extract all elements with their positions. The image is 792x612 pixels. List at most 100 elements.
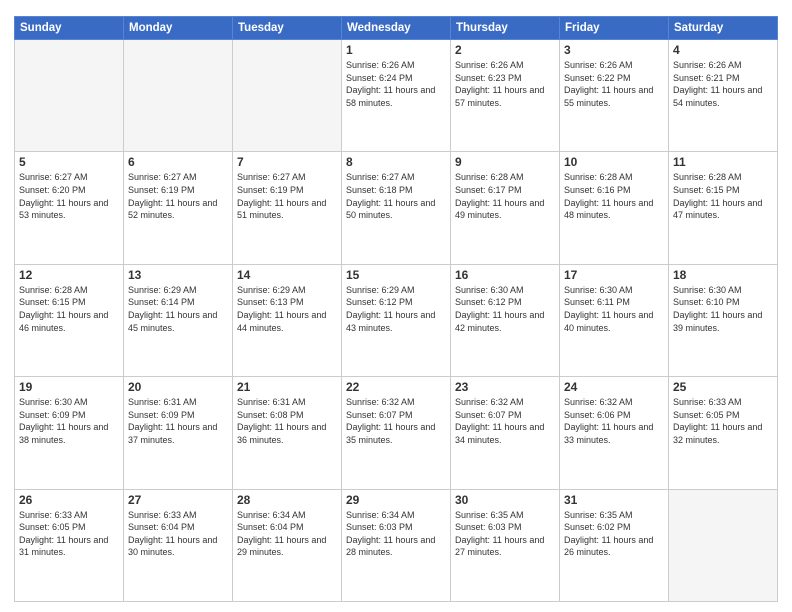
weekday-header: Tuesday — [233, 17, 342, 40]
calendar-cell: 20 Sunrise: 6:31 AM Sunset: 6:09 PM Dayli… — [124, 377, 233, 489]
cell-text: Sunrise: 6:27 AM Sunset: 6:20 PM Dayligh… — [19, 171, 119, 221]
calendar-cell: 1 Sunrise: 6:26 AM Sunset: 6:24 PM Daylig… — [342, 40, 451, 152]
calendar-cell — [669, 489, 778, 601]
cell-text: Sunrise: 6:28 AM Sunset: 6:15 PM Dayligh… — [19, 284, 119, 334]
day-number: 10 — [564, 155, 664, 169]
cell-text: Sunrise: 6:31 AM Sunset: 6:08 PM Dayligh… — [237, 396, 337, 446]
calendar-cell: 23 Sunrise: 6:32 AM Sunset: 6:07 PM Dayli… — [451, 377, 560, 489]
cell-text: Sunrise: 6:28 AM Sunset: 6:15 PM Dayligh… — [673, 171, 773, 221]
calendar-cell: 13 Sunrise: 6:29 AM Sunset: 6:14 PM Dayli… — [124, 264, 233, 376]
calendar-cell: 3 Sunrise: 6:26 AM Sunset: 6:22 PM Daylig… — [560, 40, 669, 152]
day-number: 24 — [564, 380, 664, 394]
weekday-header: Wednesday — [342, 17, 451, 40]
cell-text: Sunrise: 6:30 AM Sunset: 6:10 PM Dayligh… — [673, 284, 773, 334]
calendar-cell: 28 Sunrise: 6:34 AM Sunset: 6:04 PM Dayli… — [233, 489, 342, 601]
calendar-cell: 16 Sunrise: 6:30 AM Sunset: 6:12 PM Dayli… — [451, 264, 560, 376]
day-number: 19 — [19, 380, 119, 394]
calendar-cell: 2 Sunrise: 6:26 AM Sunset: 6:23 PM Daylig… — [451, 40, 560, 152]
calendar-cell: 22 Sunrise: 6:32 AM Sunset: 6:07 PM Dayli… — [342, 377, 451, 489]
calendar-cell: 15Sunrise: 6:29 AM Sunset: 6:12 PM Dayli… — [342, 264, 451, 376]
day-number: 23 — [455, 380, 555, 394]
day-number: 26 — [19, 493, 119, 507]
day-number: 17 — [564, 268, 664, 282]
day-number: 12 — [19, 268, 119, 282]
calendar-cell: 31 Sunrise: 6:35 AM Sunset: 6:02 PM Dayli… — [560, 489, 669, 601]
day-number: 29 — [346, 493, 446, 507]
cell-text: Sunrise: 6:26 AM Sunset: 6:23 PM Dayligh… — [455, 59, 555, 109]
cell-text: Sunrise: 6:27 AM Sunset: 6:19 PM Dayligh… — [128, 171, 228, 221]
cell-text: Sunrise: 6:26 AM Sunset: 6:24 PM Dayligh… — [346, 59, 446, 109]
cell-text: Sunrise: 6:26 AM Sunset: 6:22 PM Dayligh… — [564, 59, 664, 109]
cell-text: Sunrise: 6:33 AM Sunset: 6:05 PM Dayligh… — [673, 396, 773, 446]
calendar-cell: 5 Sunrise: 6:27 AM Sunset: 6:20 PM Daylig… — [15, 152, 124, 264]
day-number: 22 — [346, 380, 446, 394]
cell-text: Sunrise: 6:33 AM Sunset: 6:05 PM Dayligh… — [19, 509, 119, 559]
calendar-table: SundayMondayTuesdayWednesdayThursdayFrid… — [14, 16, 778, 602]
day-number: 2 — [455, 43, 555, 57]
weekday-header: Monday — [124, 17, 233, 40]
day-number: 16 — [455, 268, 555, 282]
calendar-cell: 11Sunrise: 6:28 AM Sunset: 6:15 PM Dayli… — [669, 152, 778, 264]
day-number: 8 — [346, 155, 446, 169]
day-number: 1 — [346, 43, 446, 57]
day-number: 7 — [237, 155, 337, 169]
cell-text: Sunrise: 6:35 AM Sunset: 6:03 PM Dayligh… — [455, 509, 555, 559]
calendar-cell: 21 Sunrise: 6:31 AM Sunset: 6:08 PM Dayli… — [233, 377, 342, 489]
cell-text: Sunrise: 6:28 AM Sunset: 6:17 PM Dayligh… — [455, 171, 555, 221]
weekday-header: Thursday — [451, 17, 560, 40]
day-number: 21 — [237, 380, 337, 394]
day-number: 25 — [673, 380, 773, 394]
cell-text: Sunrise: 6:30 AM Sunset: 6:11 PM Dayligh… — [564, 284, 664, 334]
calendar-cell: 17 Sunrise: 6:30 AM Sunset: 6:11 PM Dayli… — [560, 264, 669, 376]
cell-text: Sunrise: 6:32 AM Sunset: 6:07 PM Dayligh… — [346, 396, 446, 446]
calendar-cell: 12 Sunrise: 6:28 AM Sunset: 6:15 PM Dayli… — [15, 264, 124, 376]
day-number: 13 — [128, 268, 228, 282]
day-number: 6 — [128, 155, 228, 169]
day-number: 20 — [128, 380, 228, 394]
calendar-cell: 24 Sunrise: 6:32 AM Sunset: 6:06 PM Dayli… — [560, 377, 669, 489]
calendar-cell: 7 Sunrise: 6:27 AM Sunset: 6:19 PM Daylig… — [233, 152, 342, 264]
calendar-cell: 25 Sunrise: 6:33 AM Sunset: 6:05 PM Dayli… — [669, 377, 778, 489]
calendar-cell — [15, 40, 124, 152]
calendar-cell: 4Sunrise: 6:26 AM Sunset: 6:21 PM Daylig… — [669, 40, 778, 152]
day-number: 9 — [455, 155, 555, 169]
calendar-cell: 26 Sunrise: 6:33 AM Sunset: 6:05 PM Dayli… — [15, 489, 124, 601]
calendar-cell: 29Sunrise: 6:34 AM Sunset: 6:03 PM Dayli… — [342, 489, 451, 601]
calendar-cell: 14 Sunrise: 6:29 AM Sunset: 6:13 PM Dayli… — [233, 264, 342, 376]
weekday-header: Saturday — [669, 17, 778, 40]
calendar-cell: 8 Sunrise: 6:27 AM Sunset: 6:18 PM Daylig… — [342, 152, 451, 264]
cell-text: Sunrise: 6:29 AM Sunset: 6:14 PM Dayligh… — [128, 284, 228, 334]
cell-text: Sunrise: 6:27 AM Sunset: 6:18 PM Dayligh… — [346, 171, 446, 221]
cell-text: Sunrise: 6:33 AM Sunset: 6:04 PM Dayligh… — [128, 509, 228, 559]
cell-text: Sunrise: 6:32 AM Sunset: 6:06 PM Dayligh… — [564, 396, 664, 446]
cell-text: Sunrise: 6:30 AM Sunset: 6:12 PM Dayligh… — [455, 284, 555, 334]
day-number: 18 — [673, 268, 773, 282]
calendar-cell: 18 Sunrise: 6:30 AM Sunset: 6:10 PM Dayli… — [669, 264, 778, 376]
day-number: 3 — [564, 43, 664, 57]
cell-text: Sunrise: 6:35 AM Sunset: 6:02 PM Dayligh… — [564, 509, 664, 559]
weekday-header: Sunday — [15, 17, 124, 40]
calendar-cell: 10 Sunrise: 6:28 AM Sunset: 6:16 PM Dayli… — [560, 152, 669, 264]
day-number: 14 — [237, 268, 337, 282]
day-number: 27 — [128, 493, 228, 507]
day-number: 30 — [455, 493, 555, 507]
cell-text: Sunrise: 6:29 AM Sunset: 6:13 PM Dayligh… — [237, 284, 337, 334]
calendar-cell: 19 Sunrise: 6:30 AM Sunset: 6:09 PM Dayli… — [15, 377, 124, 489]
page: General Blue SundayMondayTuesdayWednesda… — [0, 0, 792, 612]
day-number: 31 — [564, 493, 664, 507]
day-number: 5 — [19, 155, 119, 169]
cell-text: Sunrise: 6:30 AM Sunset: 6:09 PM Dayligh… — [19, 396, 119, 446]
calendar-cell — [233, 40, 342, 152]
day-number: 4 — [673, 43, 773, 57]
cell-text: Sunrise: 6:27 AM Sunset: 6:19 PM Dayligh… — [237, 171, 337, 221]
day-number: 15 — [346, 268, 446, 282]
calendar-cell: 30 Sunrise: 6:35 AM Sunset: 6:03 PM Dayli… — [451, 489, 560, 601]
calendar-cell: 6 Sunrise: 6:27 AM Sunset: 6:19 PM Daylig… — [124, 152, 233, 264]
cell-text: Sunrise: 6:32 AM Sunset: 6:07 PM Dayligh… — [455, 396, 555, 446]
calendar-cell: 9 Sunrise: 6:28 AM Sunset: 6:17 PM Daylig… — [451, 152, 560, 264]
cell-text: Sunrise: 6:34 AM Sunset: 6:04 PM Dayligh… — [237, 509, 337, 559]
weekday-header: Friday — [560, 17, 669, 40]
cell-text: Sunrise: 6:28 AM Sunset: 6:16 PM Dayligh… — [564, 171, 664, 221]
cell-text: Sunrise: 6:31 AM Sunset: 6:09 PM Dayligh… — [128, 396, 228, 446]
day-number: 28 — [237, 493, 337, 507]
